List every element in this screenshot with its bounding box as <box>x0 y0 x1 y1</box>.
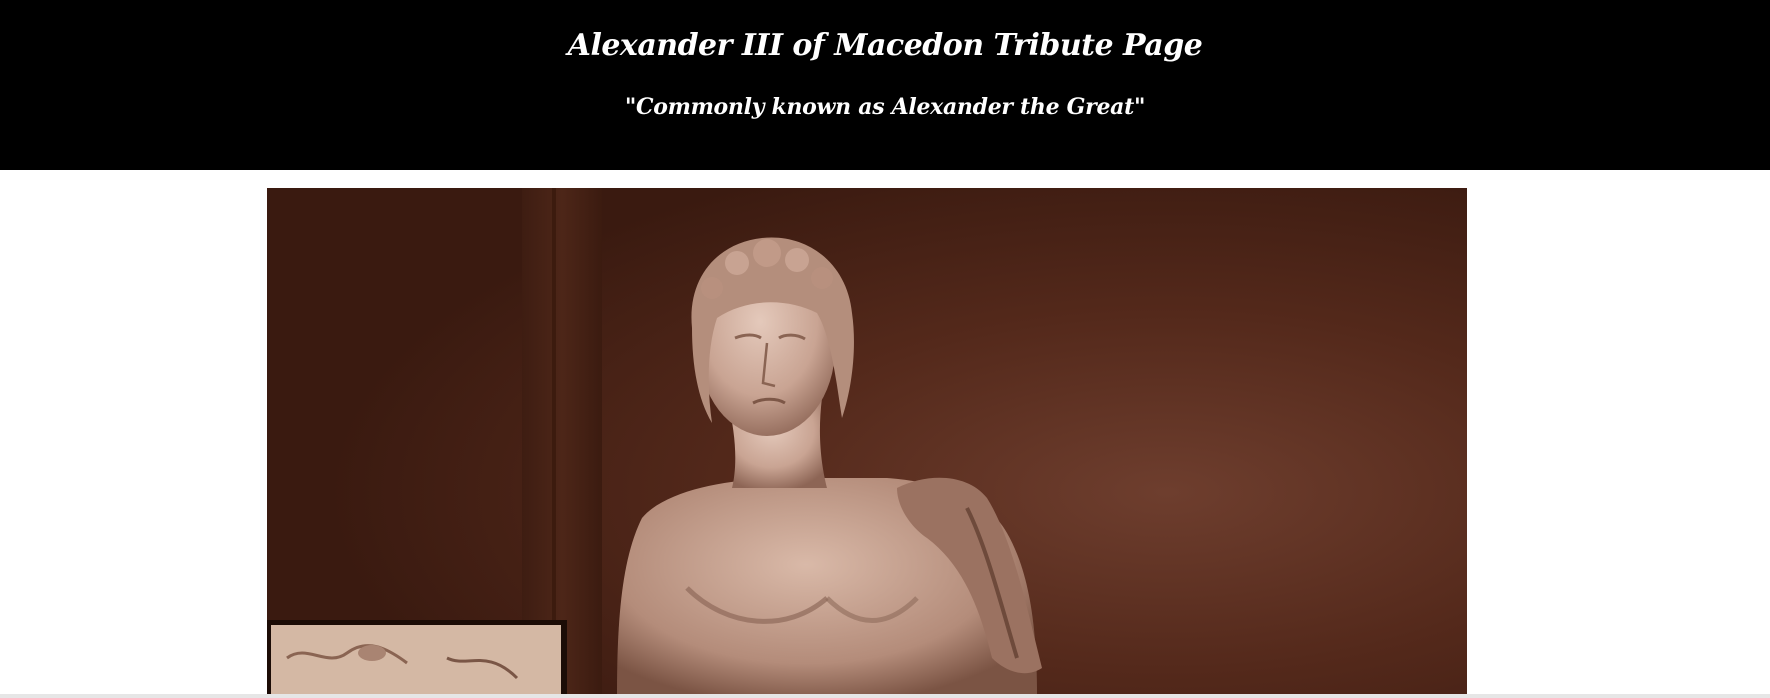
page-bottom-border <box>0 694 1770 698</box>
page-header: Alexander III of Macedon Tribute Page "C… <box>0 0 1770 170</box>
tribute-image <box>267 188 1467 695</box>
page-subtitle: "Commonly known as Alexander the Great" <box>624 94 1146 120</box>
page-title: Alexander III of Macedon Tribute Page <box>567 28 1203 63</box>
